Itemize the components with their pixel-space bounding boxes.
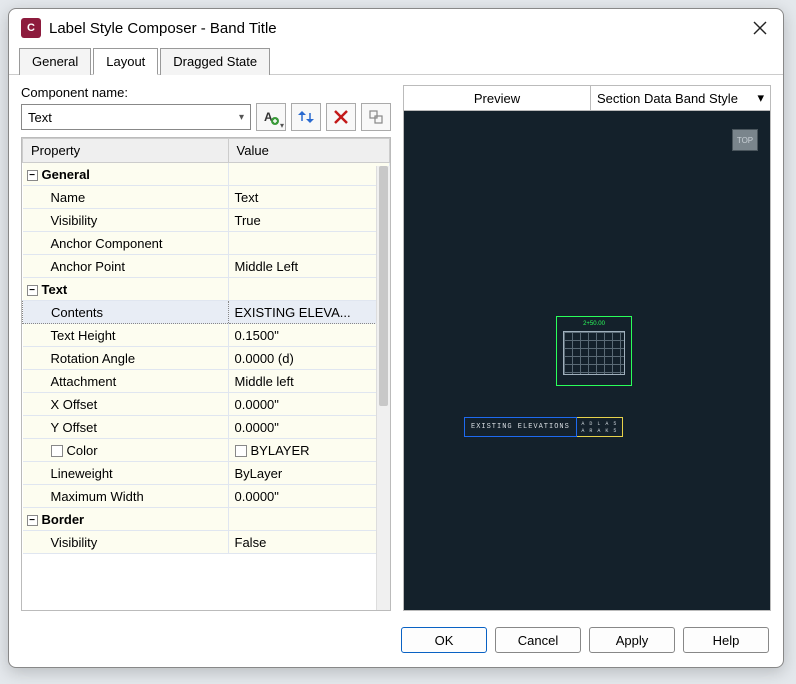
- help-button[interactable]: Help: [683, 627, 769, 653]
- property-value[interactable]: 0.1500": [228, 324, 389, 347]
- preview-style-select[interactable]: Section Data Band Style ▾: [590, 86, 770, 110]
- dialog-body: Component name: Text ▾ A ▾: [9, 75, 783, 617]
- titlebar: C Label Style Composer - Band Title: [9, 9, 783, 47]
- window-title: Label Style Composer - Band Title: [49, 20, 741, 37]
- property-name[interactable]: Anchor Point: [23, 255, 229, 278]
- preview-header: Preview Section Data Band Style ▾: [403, 85, 771, 111]
- component-name-value: Text: [28, 110, 52, 125]
- group-text[interactable]: −Text: [23, 278, 229, 301]
- property-value[interactable]: ByLayer: [228, 462, 389, 485]
- ok-button[interactable]: OK: [401, 627, 487, 653]
- preview-section-box: 2+50.00: [556, 316, 632, 386]
- property-value[interactable]: 0.0000": [228, 416, 389, 439]
- property-value[interactable]: EXISTING ELEVA...: [228, 301, 389, 324]
- grid-scrollbar[interactable]: [376, 166, 390, 610]
- property-value[interactable]: Text: [228, 186, 389, 209]
- property-name[interactable]: Lineweight: [23, 462, 229, 485]
- preview-grid: [563, 331, 625, 375]
- property-name[interactable]: Rotation Angle: [23, 347, 229, 370]
- property-value[interactable]: Middle Left: [228, 255, 389, 278]
- scrollbar-thumb[interactable]: [379, 166, 388, 406]
- property-name[interactable]: X Offset: [23, 393, 229, 416]
- app-icon: C: [21, 18, 41, 38]
- property-name[interactable]: Maximum Width: [23, 485, 229, 508]
- component-name-select[interactable]: Text ▾: [21, 104, 251, 130]
- tab-general[interactable]: General: [19, 48, 91, 75]
- col-value: Value: [228, 139, 389, 163]
- color-swatch: [235, 445, 247, 457]
- tab-layout[interactable]: Layout: [93, 48, 158, 75]
- col-property: Property: [23, 139, 229, 163]
- left-panel: Component name: Text ▾ A ▾: [21, 85, 391, 611]
- preview-station-label: 2+50.00: [583, 321, 605, 327]
- collapse-icon[interactable]: −: [27, 170, 38, 181]
- tab-dragged-state[interactable]: Dragged State: [160, 48, 270, 75]
- dialog-window: C Label Style Composer - Band Title Gene…: [8, 8, 784, 668]
- preview-label: Preview: [404, 91, 590, 106]
- preview-band-data-row: A R A K 5: [581, 428, 617, 434]
- property-value[interactable]: Middle left: [228, 370, 389, 393]
- property-name[interactable]: Attachment: [23, 370, 229, 393]
- cancel-button[interactable]: Cancel: [495, 627, 581, 653]
- chevron-down-icon: ▾: [239, 112, 244, 123]
- preview-viewport[interactable]: TOP 2+50.00 EXISTING ELEVATIONS A D L A …: [403, 111, 771, 611]
- preview-band-data: A D L A 5 A R A K 5: [577, 417, 623, 437]
- property-value[interactable]: False: [228, 531, 389, 554]
- property-name[interactable]: Anchor Component: [23, 232, 229, 255]
- preview-band-data-row: A D L A 5: [581, 421, 617, 427]
- component-row: Text ▾ A ▾: [21, 103, 391, 131]
- dialog-footer: OK Cancel Apply Help: [9, 617, 783, 667]
- color-swatch: [51, 445, 63, 457]
- tab-bar: General Layout Dragged State: [9, 47, 783, 75]
- property-name[interactable]: Visibility: [23, 209, 229, 232]
- view-cube-top[interactable]: TOP: [732, 129, 758, 151]
- preview-band: EXISTING ELEVATIONS A D L A 5 A R A K 5: [464, 417, 623, 437]
- property-grid[interactable]: Property Value −GeneralNameTextVisibilit…: [21, 137, 391, 611]
- property-value[interactable]: BYLAYER: [228, 439, 389, 462]
- property-value[interactable]: 0.0000": [228, 393, 389, 416]
- apply-button[interactable]: Apply: [589, 627, 675, 653]
- property-value[interactable]: True: [228, 209, 389, 232]
- collapse-icon[interactable]: −: [27, 515, 38, 526]
- group-border[interactable]: −Border: [23, 508, 229, 531]
- property-value[interactable]: 0.0000": [228, 485, 389, 508]
- component-name-label: Component name:: [21, 85, 391, 100]
- property-name[interactable]: Contents: [23, 301, 229, 324]
- chevron-down-icon: ▾: [757, 90, 764, 106]
- preview-style-value: Section Data Band Style: [597, 91, 738, 106]
- property-value[interactable]: [228, 232, 389, 255]
- delete-button[interactable]: [326, 103, 356, 131]
- copy-button[interactable]: [361, 103, 391, 131]
- property-name[interactable]: Color: [23, 439, 229, 462]
- add-component-button[interactable]: A ▾: [256, 103, 286, 131]
- property-name[interactable]: Name: [23, 186, 229, 209]
- property-name[interactable]: Text Height: [23, 324, 229, 347]
- property-name[interactable]: Y Offset: [23, 416, 229, 439]
- close-button[interactable]: [749, 17, 771, 39]
- property-value[interactable]: 0.0000 (d): [228, 347, 389, 370]
- group-general[interactable]: −General: [23, 163, 229, 186]
- right-panel: Preview Section Data Band Style ▾ TOP 2+…: [403, 85, 771, 611]
- collapse-icon[interactable]: −: [27, 285, 38, 296]
- reorder-button[interactable]: [291, 103, 321, 131]
- preview-band-title: EXISTING ELEVATIONS: [464, 417, 577, 437]
- property-name[interactable]: Visibility: [23, 531, 229, 554]
